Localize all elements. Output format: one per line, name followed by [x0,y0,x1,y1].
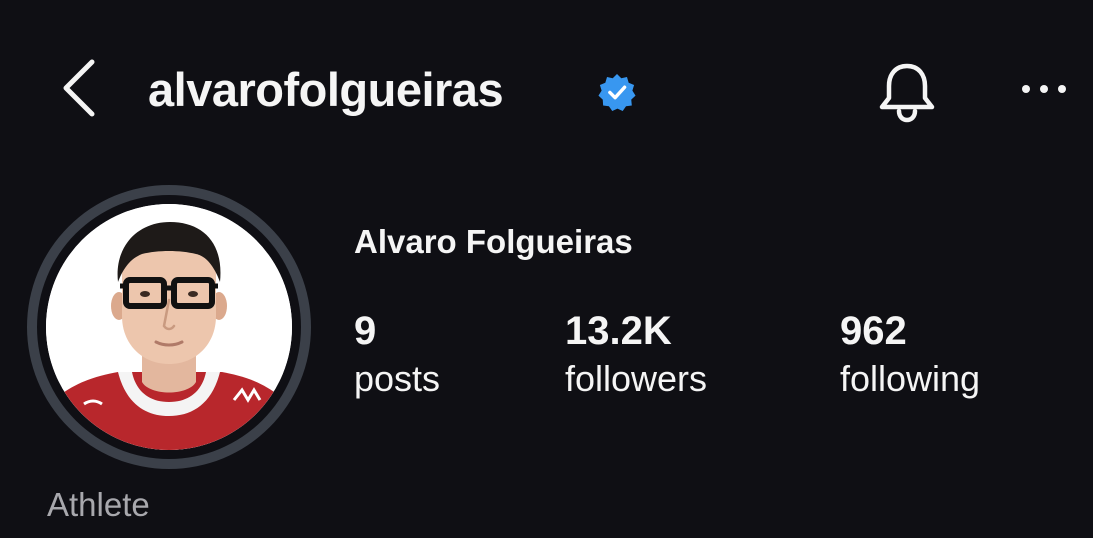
chevron-left-icon [63,59,95,117]
notifications-button[interactable] [874,60,940,126]
posts-label: posts [354,358,441,399]
avatar-photo [46,204,292,450]
back-button[interactable] [58,56,102,120]
profile-screen: alvarofolgueiras Alvaro Folgueiras 9 pos… [0,0,1093,538]
followers-count: 13.2K [565,309,672,353]
posts-count: 9 [354,309,377,353]
avatar-ring-gap [37,195,301,459]
profile-username: alvarofolgueiras [148,63,504,116]
verified-badge-icon [598,73,636,111]
stat-followers[interactable]: 13.2K followers [565,306,707,402]
following-count: 962 [840,309,907,353]
followers-label: followers [565,358,708,399]
stat-following[interactable]: 962 following [840,306,980,402]
avatar-story-ring[interactable] [27,185,311,469]
following-label: following [840,358,981,399]
more-horizontal-icon [1022,85,1066,93]
bell-icon [879,63,935,123]
more-options-button[interactable] [1018,78,1070,100]
stat-posts[interactable]: 9 posts [354,306,440,402]
profile-display-name: Alvaro Folgueiras [354,223,633,260]
avatar [46,204,292,450]
profile-category: Athlete [47,486,150,523]
